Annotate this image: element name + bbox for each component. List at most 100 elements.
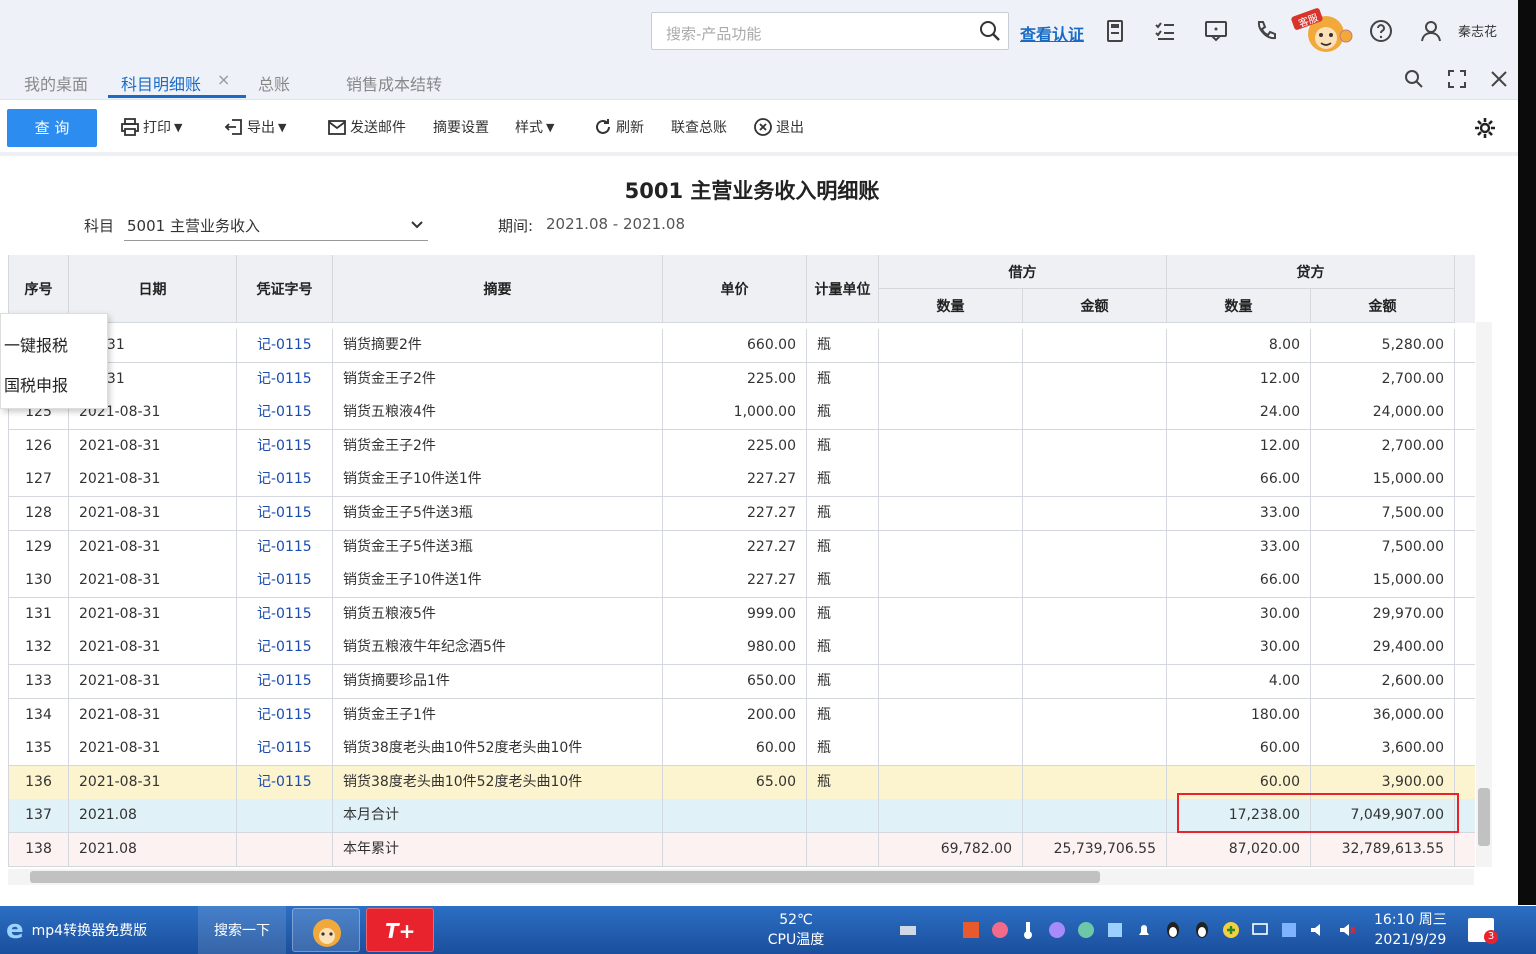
cell-seq: 128 xyxy=(9,497,69,530)
table-row[interactable]: 138 2021.08 本年累计 69,782.00 25,739,706.55 87,0… xyxy=(9,833,1475,867)
system-clock[interactable]: 16:10 周三 2021/9/29 xyxy=(1374,910,1447,950)
export-button[interactable]: 导出 ▼ xyxy=(224,117,286,137)
user-name[interactable]: 秦志花 xyxy=(1458,21,1497,40)
bell-tray-icon[interactable] xyxy=(1134,920,1154,940)
cell-voucher[interactable]: 记-0115 xyxy=(237,597,333,631)
table-row[interactable]: 133 2021-08-31 记-0115 销货摘要珍品1件 650.00 瓶 4.00 2,… xyxy=(9,665,1475,699)
checklist-icon[interactable] xyxy=(1152,18,1178,44)
table-row[interactable]: 134 2021-08-31 记-0115 销货金王子1件 200.00 瓶 180.00 3… xyxy=(9,698,1475,733)
tab-subject-detail-ledger[interactable]: 科目明细账 xyxy=(121,71,201,95)
table-row[interactable]: 126 2021-08-31 记-0115 销货金王子2件 225.00 瓶 12.00 2,… xyxy=(9,429,1475,464)
cell-voucher[interactable]: 记-0115 xyxy=(237,631,333,665)
cell-voucher[interactable]: 记-0115 xyxy=(237,396,333,430)
tray-app-icon[interactable] xyxy=(990,920,1010,940)
cell-voucher[interactable]: 记-0115 xyxy=(237,362,333,396)
cell-voucher[interactable]: 记-0115 xyxy=(237,329,333,362)
tray-app-icon[interactable] xyxy=(1221,920,1241,940)
tray-app-icon[interactable] xyxy=(961,920,981,940)
phone-icon[interactable] xyxy=(1253,18,1279,44)
fullscreen-icon[interactable] xyxy=(1446,68,1468,90)
close-icon[interactable] xyxy=(1488,68,1510,90)
summary-settings-button[interactable]: 摘要设置 xyxy=(433,117,489,137)
cell-voucher[interactable]: 记-0115 xyxy=(237,698,333,732)
table-row[interactable]: 127 2021-08-31 记-0115 销货金王子10件送1件 227.27 瓶 66.… xyxy=(9,463,1475,498)
tab-general-ledger[interactable]: 总账 xyxy=(258,71,290,95)
notification-count-badge: 3 xyxy=(1484,930,1498,944)
cell-voucher[interactable]: 记-0115 xyxy=(237,665,333,698)
qq-tray-icon[interactable] xyxy=(1163,920,1183,940)
table-row[interactable]: 132 2021-08-31 记-0115 销货五粮液牛年纪念酒5件 980.00 瓶 30… xyxy=(9,631,1475,666)
message-icon[interactable] xyxy=(1203,18,1229,44)
tray-app-icon[interactable] xyxy=(1105,920,1125,940)
volume-tray-icon[interactable] xyxy=(1308,920,1328,940)
cell-debit-qty xyxy=(879,799,1023,833)
thermometer-tray-icon[interactable] xyxy=(1018,920,1038,940)
tray-app-icon[interactable] xyxy=(1076,920,1096,940)
exit-button[interactable]: 退出 xyxy=(753,117,804,137)
ie-taskbar-item[interactable]: e mp4转换器免费版 xyxy=(6,906,147,954)
print-button[interactable]: 打印 ▼ xyxy=(120,117,182,137)
vertical-scrollbar-thumb[interactable] xyxy=(1478,788,1490,846)
table-row[interactable]: -08-31记-0115销货金王子2件225.00瓶12.002,700.00 xyxy=(9,362,1475,397)
search-box[interactable]: 搜索-产品功能 xyxy=(651,12,1009,50)
help-icon[interactable] xyxy=(1368,18,1394,44)
tray-app-icon[interactable] xyxy=(1279,920,1299,940)
search-input[interactable]: 搜索-产品功能 xyxy=(666,23,761,44)
app-tplus-taskbar-item[interactable]: T+ xyxy=(366,908,434,952)
table-row[interactable]: 135 2021-08-31 记-0115 销货38度老头曲10件52度老头曲10件 6… xyxy=(9,732,1475,767)
table-row[interactable]: -08-31记-0115销货摘要2件660.00瓶8.005,280.00 xyxy=(9,329,1475,363)
cell-voucher[interactable]: 记-0115 xyxy=(237,732,333,766)
cell-voucher[interactable]: 记-0115 xyxy=(237,765,333,799)
view-certification-link[interactable]: 查看认证 xyxy=(1020,21,1084,45)
cell-voucher[interactable]: 记-0115 xyxy=(237,463,333,497)
network-tray-icon[interactable] xyxy=(1250,920,1270,940)
table-row[interactable]: 125 2021-08-31 记-0115 销货五粮液4件 1,000.00 瓶 24.00… xyxy=(9,396,1475,431)
menu-item-national-tax-filing[interactable]: 国税申报 xyxy=(4,372,68,396)
table-row[interactable]: 130 2021-08-31 记-0115 销货金王子10件送1件 227.27 瓶 66.… xyxy=(9,564,1475,599)
tab-my-desktop[interactable]: 我的桌面 xyxy=(24,71,88,95)
cell-voucher[interactable]: 记-0115 xyxy=(237,497,333,530)
app-mascot-taskbar-item[interactable] xyxy=(292,908,360,952)
qq-tray-icon[interactable] xyxy=(1192,920,1212,940)
tray-app-icon[interactable] xyxy=(1047,920,1067,940)
table-row[interactable]: 129 2021-08-31 记-0115 销货金王子5件送3瓶 227.27 瓶 33.0… xyxy=(9,530,1475,565)
cell-voucher[interactable]: 记-0115 xyxy=(237,530,333,564)
cell-date: 2021-08-31 xyxy=(69,463,237,497)
cell-unit-price: 660.00 xyxy=(663,329,807,362)
calculator-icon[interactable] xyxy=(1102,18,1128,44)
cell-debit-amount xyxy=(1023,631,1167,665)
cpu-monitor[interactable]: 52℃ CPU温度 xyxy=(766,910,826,950)
table-row[interactable]: 131 2021-08-31 记-0115 销货五粮液5件 999.00 瓶 30.00 29… xyxy=(9,597,1475,632)
export-icon xyxy=(224,119,242,135)
search-once-button[interactable]: 搜索一下 xyxy=(198,906,286,954)
refresh-button[interactable]: 刷新 xyxy=(593,117,644,137)
volume-mute-tray-icon[interactable] xyxy=(1337,920,1357,940)
chevron-down-icon[interactable] xyxy=(410,218,424,232)
cell-unit-price xyxy=(663,799,807,833)
style-button[interactable]: 样式 ▼ xyxy=(515,117,554,137)
cell-voucher xyxy=(237,833,333,866)
search-tab-icon[interactable] xyxy=(1403,68,1425,90)
toolbar: 查 询 打印 ▼ 导出 ▼ 发送邮件 摘要设置 样式 ▼ 刷新 联查总账 退出 xyxy=(0,100,1518,156)
user-icon[interactable] xyxy=(1418,18,1444,44)
vertical-scrollbar[interactable] xyxy=(1476,322,1492,867)
keyboard-tray-icon[interactable] xyxy=(898,920,918,940)
tab-sales-cost-carryover[interactable]: 销售成本结转 xyxy=(346,71,442,95)
horizontal-scrollbar-thumb[interactable] xyxy=(30,871,1100,883)
cell-date: 2021-08-31 xyxy=(69,429,237,463)
joint-general-ledger-button[interactable]: 联查总账 xyxy=(671,117,727,137)
close-tab-icon[interactable]: × xyxy=(217,70,230,89)
notification-center-button[interactable]: 3 xyxy=(1468,918,1498,944)
cell-voucher[interactable]: 记-0115 xyxy=(237,564,333,598)
cell-voucher[interactable]: 记-0115 xyxy=(237,429,333,463)
menu-item-one-click-tax[interactable]: 一键报税 xyxy=(4,332,68,356)
table-row[interactable]: 128 2021-08-31 记-0115 销货金王子5件送3瓶 227.27 瓶 33.0… xyxy=(9,497,1475,531)
customer-service-mascot[interactable]: 客服 xyxy=(1290,6,1356,56)
cell-credit-qty: 8.00 xyxy=(1167,329,1311,362)
subject-select[interactable]: 5001 主营业务收入 xyxy=(127,215,260,236)
search-icon[interactable] xyxy=(978,19,1002,43)
query-button[interactable]: 查 询 xyxy=(7,109,97,147)
send-mail-button[interactable]: 发送邮件 xyxy=(327,117,406,137)
gear-icon[interactable] xyxy=(1473,116,1497,140)
cell-unit: 瓶 xyxy=(807,698,879,732)
